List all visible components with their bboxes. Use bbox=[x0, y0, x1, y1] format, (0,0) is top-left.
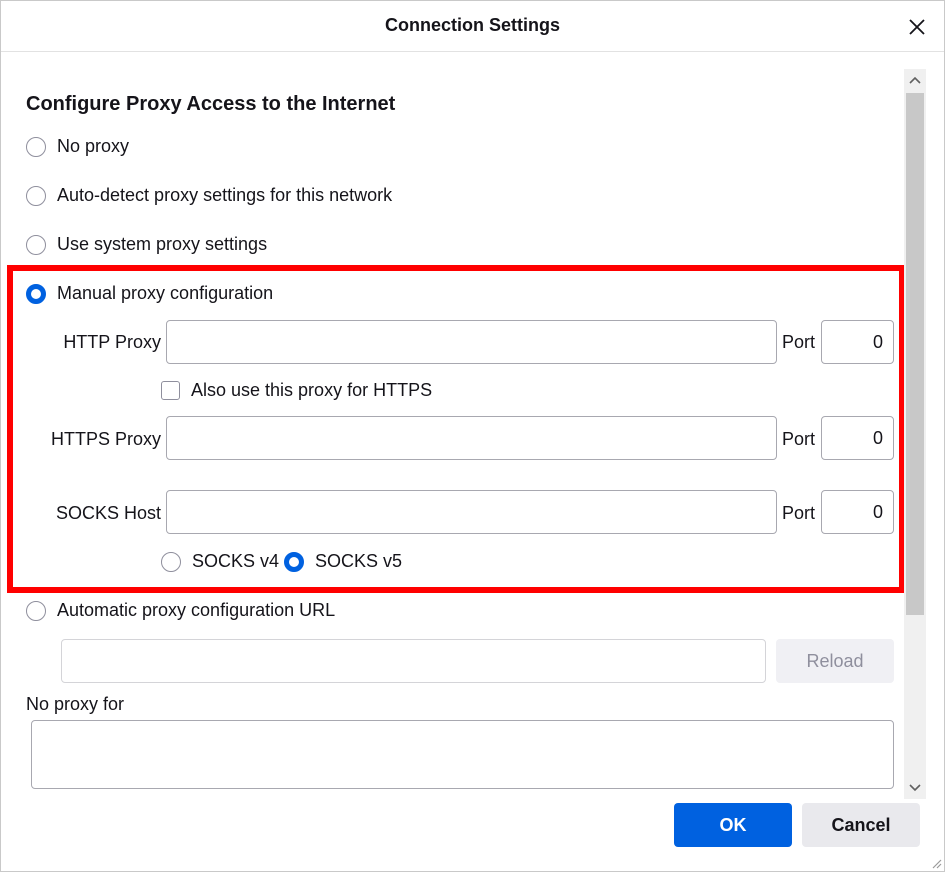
cancel-button[interactable]: Cancel bbox=[802, 803, 920, 847]
socks-v4-label: SOCKS v4 bbox=[192, 551, 280, 571]
no-proxy-for-textarea[interactable] bbox=[31, 720, 894, 789]
http-proxy-label: HTTP Proxy bbox=[63, 332, 161, 352]
manual-proxy-label: Manual proxy configuration bbox=[57, 283, 274, 303]
auto-detect-radio-button[interactable] bbox=[26, 185, 46, 206]
dialog-title: Connection Settings bbox=[385, 15, 560, 35]
https-proxy-label: HTTPS Proxy bbox=[50, 429, 161, 449]
chevron-down-icon bbox=[909, 784, 921, 792]
socks-v4-option[interactable]: SOCKS v4 bbox=[161, 551, 279, 572]
scroll-down-button[interactable] bbox=[904, 777, 926, 799]
dialog-content: Configure Proxy Access to the Internet N… bbox=[1, 53, 904, 793]
radio-system-proxy[interactable]: Use system proxy settings bbox=[26, 234, 267, 255]
socks-host-label: SOCKS Host bbox=[55, 503, 161, 523]
auto-proxy-url-input[interactable] bbox=[61, 639, 766, 683]
radio-no-proxy[interactable]: No proxy bbox=[26, 136, 129, 157]
no-proxy-label: No proxy bbox=[57, 136, 130, 156]
http-port-label: Port bbox=[782, 332, 816, 352]
scrollbar-thumb[interactable] bbox=[906, 93, 924, 615]
http-port-input[interactable] bbox=[821, 320, 894, 364]
http-proxy-input[interactable] bbox=[166, 320, 777, 364]
https-port-input[interactable] bbox=[821, 416, 894, 460]
auto-detect-label: Auto-detect proxy settings for this netw… bbox=[57, 185, 393, 205]
also-https-label: Also use this proxy for HTTPS bbox=[191, 380, 433, 400]
auto-proxy-url-radio-button[interactable] bbox=[26, 600, 46, 621]
socks-v5-option[interactable]: SOCKS v5 bbox=[284, 551, 402, 572]
socks-port-input[interactable] bbox=[821, 490, 894, 534]
also-https-checkbox[interactable] bbox=[161, 381, 180, 400]
ok-button[interactable]: OK bbox=[674, 803, 792, 847]
no-proxy-for-label: No proxy for bbox=[26, 694, 125, 714]
vertical-scrollbar[interactable] bbox=[904, 69, 926, 799]
no-proxy-radio-button[interactable] bbox=[26, 136, 46, 157]
close-button[interactable] bbox=[902, 12, 932, 42]
socks-v5-label: SOCKS v5 bbox=[315, 551, 403, 571]
radio-manual-proxy[interactable]: Manual proxy configuration bbox=[26, 283, 273, 304]
connection-settings-dialog: Connection Settings Configure Proxy Acce… bbox=[0, 0, 945, 872]
manual-proxy-radio-button[interactable] bbox=[26, 283, 46, 304]
section-heading: Configure Proxy Access to the Internet bbox=[26, 93, 396, 115]
system-proxy-label: Use system proxy settings bbox=[57, 234, 268, 254]
chevron-up-icon bbox=[909, 76, 921, 84]
auto-proxy-url-label: Automatic proxy configuration URL bbox=[57, 600, 336, 620]
also-https-checkbox-row[interactable]: Also use this proxy for HTTPS bbox=[161, 380, 432, 401]
radio-auto-detect[interactable]: Auto-detect proxy settings for this netw… bbox=[26, 185, 392, 206]
socks-v5-radio-button[interactable] bbox=[284, 551, 304, 572]
socks-host-input[interactable] bbox=[166, 490, 777, 534]
title-bar: Connection Settings bbox=[1, 1, 944, 52]
https-proxy-input[interactable] bbox=[166, 416, 777, 460]
close-icon bbox=[909, 19, 925, 35]
radio-auto-proxy-url[interactable]: Automatic proxy configuration URL bbox=[26, 600, 335, 621]
https-port-label: Port bbox=[782, 429, 816, 449]
socks-port-label: Port bbox=[782, 503, 816, 523]
resize-grip-icon[interactable] bbox=[930, 857, 942, 869]
socks-v4-radio-button[interactable] bbox=[161, 551, 181, 572]
system-proxy-radio-button[interactable] bbox=[26, 234, 46, 255]
reload-button[interactable]: Reload bbox=[776, 639, 894, 683]
scroll-up-button[interactable] bbox=[904, 69, 926, 91]
